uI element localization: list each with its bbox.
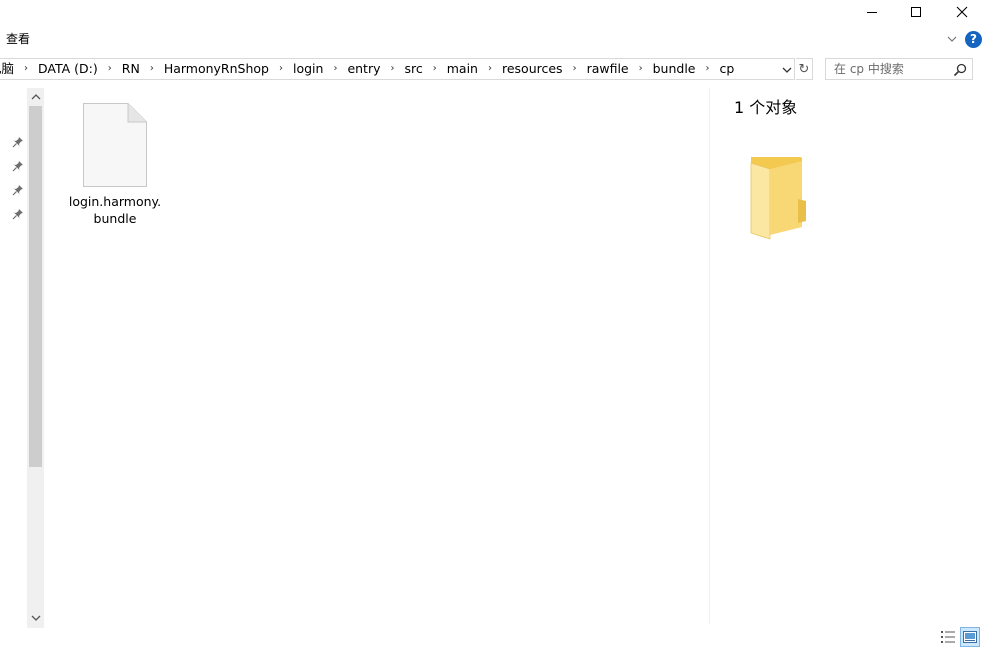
search-box[interactable] [825,58,973,80]
chevron-up-icon [31,93,40,99]
preview-item-count: 1 个对象 [734,98,798,117]
breadcrumb-item[interactable]: cp [718,59,737,79]
minimize-button[interactable] [849,0,895,24]
minimize-icon [867,12,877,13]
maximize-button[interactable] [893,0,939,24]
generic-file-icon [83,103,147,187]
refresh-button[interactable]: ↻ [796,58,813,80]
breadcrumb-separator-icon[interactable]: › [142,59,162,79]
breadcrumb-item[interactable]: 电脑 [0,59,16,79]
breadcrumb-item[interactable]: resources [500,59,565,79]
search-input[interactable] [830,61,956,77]
large-icons-view-button[interactable] [960,627,980,647]
breadcrumb-item[interactable]: rawfile [585,59,631,79]
nav-pane-scrollbar[interactable] [27,88,44,628]
breadcrumb-item[interactable]: RN [120,59,142,79]
large-icons-view-icon [963,631,977,643]
scroll-down-button[interactable] [27,609,44,626]
breadcrumb-separator-icon[interactable]: › [271,59,291,79]
navigation-pane [0,88,27,628]
chevron-down-icon [782,67,792,73]
breadcrumb-separator-icon[interactable]: › [325,59,345,79]
details-view-button[interactable] [938,627,958,647]
breadcrumb-separator-icon[interactable]: › [480,59,500,79]
breadcrumb-separator-icon[interactable]: › [383,59,403,79]
folder-icon [750,157,806,240]
breadcrumb-item[interactable]: entry [345,59,382,79]
close-button[interactable] [939,0,984,24]
pin-icon[interactable] [12,184,24,196]
breadcrumb-item[interactable]: login [291,59,325,79]
refresh-icon: ↻ [798,61,810,77]
address-history-dropdown[interactable] [780,61,794,79]
file-name-line1: login.harmony. [68,194,162,209]
breadcrumb-separator-icon[interactable]: › [16,59,36,79]
file-item[interactable]: login.harmony. bundle [64,100,166,230]
search-icon[interactable] [952,62,968,78]
address-bar[interactable]: 电脑›DATA (D:)›RN›HarmonyRnShop›login›entr… [0,58,795,80]
scrollbar-thumb[interactable] [29,106,42,467]
breadcrumb-separator-icon[interactable]: › [631,59,651,79]
chevron-down-icon [947,36,957,42]
breadcrumb-separator-icon[interactable]: › [425,59,445,79]
breadcrumb-separator-icon[interactable]: › [698,59,718,79]
scroll-up-button[interactable] [27,88,44,105]
pin-icon[interactable] [12,208,24,220]
breadcrumb: 电脑›DATA (D:)›RN›HarmonyRnShop›login›entr… [0,59,736,79]
breadcrumb-item[interactable]: main [445,59,480,79]
breadcrumb-item[interactable]: HarmonyRnShop [162,59,271,79]
pin-icon[interactable] [12,160,24,172]
chevron-down-icon [31,615,40,621]
details-view-icon [941,631,955,643]
maximize-icon [911,7,921,17]
breadcrumb-item[interactable]: src [403,59,425,79]
breadcrumb-separator-icon[interactable]: › [565,59,585,79]
file-name-line2: bundle [93,211,137,226]
ribbon-expand-button[interactable] [945,32,959,46]
preview-pane-divider[interactable] [709,88,710,624]
breadcrumb-separator-icon[interactable]: › [100,59,120,79]
breadcrumb-item[interactable]: DATA (D:) [36,59,100,79]
breadcrumb-item[interactable]: bundle [651,59,698,79]
close-icon [956,6,968,18]
help-icon[interactable]: ? [965,31,982,48]
ribbon-tab-view[interactable]: 查看 [6,31,30,47]
file-name: login.harmony. bundle [64,193,166,227]
pin-icon[interactable] [12,136,24,148]
